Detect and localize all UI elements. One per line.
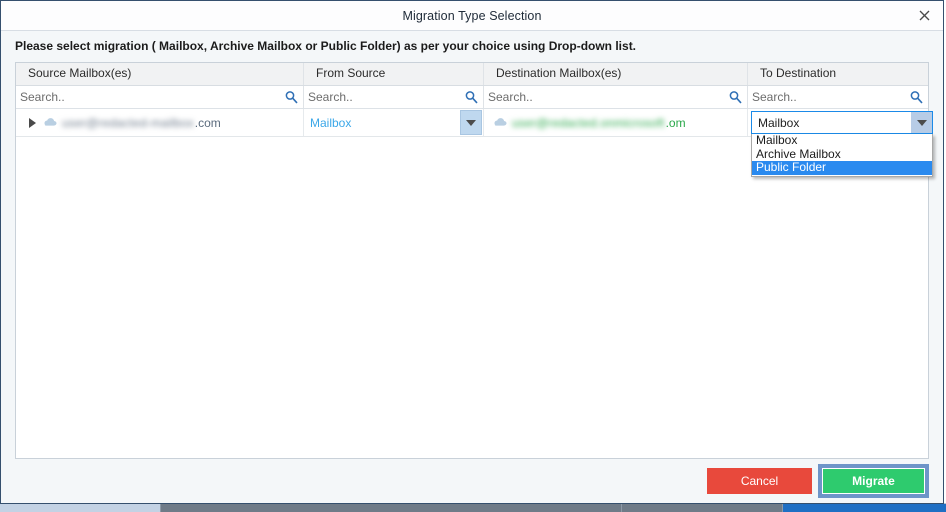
search-cell-source-mailboxes	[16, 86, 304, 108]
column-header-source-mailboxes[interactable]: Source Mailbox(es)	[16, 63, 304, 85]
search-cell-to-destination	[748, 86, 928, 108]
search-input-destination-mailboxes[interactable]	[484, 86, 747, 108]
background-taskbar	[0, 503, 946, 512]
source-mailbox-redacted: user@redacted-mailbox	[62, 115, 194, 130]
dialog-titlebar: Migration Type Selection	[1, 1, 943, 31]
column-header-from-source[interactable]: From Source	[304, 63, 484, 85]
cell-source-mailbox[interactable]: user@redacted-mailbox .com	[16, 109, 304, 136]
migrate-button[interactable]: Migrate	[823, 469, 924, 493]
taskbar-segment	[622, 504, 783, 512]
dropdown-option-public-folder[interactable]: Public Folder	[752, 160, 932, 175]
taskbar-segment	[161, 504, 622, 512]
column-header-to-destination[interactable]: To Destination	[748, 63, 928, 85]
search-icon[interactable]	[729, 91, 742, 104]
destination-mailbox-tail: .om	[665, 115, 686, 130]
search-icon[interactable]	[465, 91, 478, 104]
dropdown-option-mailbox[interactable]: Mailbox	[752, 133, 932, 148]
taskbar-segment	[783, 504, 946, 512]
cell-to-destination[interactable]: Mailbox Mailbox Archive Mailbox Public F…	[748, 109, 933, 177]
grid-column-headers: Source Mailbox(es) From Source Destinati…	[16, 63, 928, 86]
to-destination-value: Mailbox	[758, 115, 800, 130]
migrate-button-focus-ring: Migrate	[818, 464, 929, 498]
cell-from-source[interactable]: Mailbox	[304, 109, 484, 136]
migration-type-dialog: Migration Type Selection Please select m…	[0, 0, 944, 504]
to-destination-dropdown-list[interactable]: Mailbox Archive Mailbox Public Folder	[751, 133, 933, 177]
dropdown-option-archive-mailbox[interactable]: Archive Mailbox	[752, 147, 932, 162]
dialog-footer: Cancel Migrate	[1, 459, 943, 503]
cloud-icon	[42, 116, 57, 130]
column-header-destination-mailboxes[interactable]: Destination Mailbox(es)	[484, 63, 748, 85]
destination-mailbox-redacted: user@redacted.onmicrosoft	[512, 115, 665, 130]
chevron-down-icon[interactable]	[460, 110, 482, 135]
source-mailbox-tail: .com	[194, 115, 221, 130]
search-input-source-mailboxes[interactable]	[16, 86, 303, 108]
chevron-down-icon[interactable]	[911, 112, 932, 133]
to-destination-combobox[interactable]: Mailbox	[751, 111, 933, 134]
search-icon[interactable]	[285, 91, 298, 104]
taskbar-segment	[0, 504, 161, 512]
dialog-title: Migration Type Selection	[402, 8, 542, 23]
cell-destination-mailbox[interactable]: user@redacted.onmicrosoft .om	[484, 109, 748, 136]
grid-search-row	[16, 86, 928, 109]
search-input-to-destination[interactable]	[748, 86, 928, 108]
search-cell-from-source	[304, 86, 484, 108]
cloud-icon	[492, 116, 507, 130]
close-icon[interactable]	[911, 5, 937, 27]
expand-triangle-icon[interactable]	[24, 117, 40, 128]
search-cell-destination-mailboxes	[484, 86, 748, 108]
table-row[interactable]: user@redacted-mailbox .com Mailbox user@…	[16, 109, 933, 177]
search-input-from-source[interactable]	[304, 86, 483, 108]
mailbox-grid: Source Mailbox(es) From Source Destinati…	[15, 62, 933, 459]
cancel-button[interactable]: Cancel	[707, 468, 812, 494]
from-source-value[interactable]: Mailbox	[304, 116, 351, 130]
instruction-text: Please select migration ( Mailbox, Archi…	[1, 31, 943, 62]
search-icon[interactable]	[910, 91, 923, 104]
